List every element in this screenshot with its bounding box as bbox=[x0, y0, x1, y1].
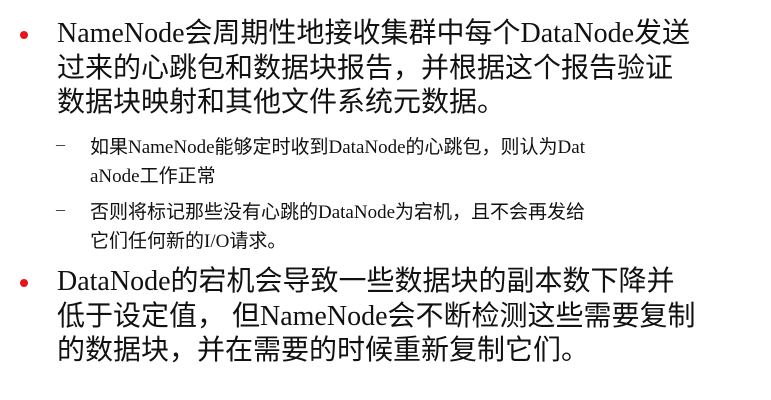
sub-item-text: 如果NameNode能够定时收到DataNode的心跳包，则认为Dat aNod… bbox=[90, 133, 585, 191]
text-line: 过来的心跳包和数据块报告，并根据这个报告验证 bbox=[57, 52, 674, 84]
text-line: NameNode会周期性地接收集群中每个DataNode发送 bbox=[57, 18, 691, 49]
bullet-text: NameNode会周期性地接收集群中每个DataNode发送 过来的心跳包和数据… bbox=[57, 17, 690, 121]
text-line: 的数据块，并在需要的时候重新复制它们。 bbox=[57, 335, 590, 366]
text-line: 如果NameNode能够定时收到DataNode的心跳包，则认为Dat bbox=[90, 137, 585, 158]
bullet-marker bbox=[20, 31, 28, 39]
sub-item-text: 否则将标记那些没有心跳的DataNode为宕机，且不会再发给 它们任何新的I/O… bbox=[90, 198, 585, 256]
bullet-text: DataNode的宕机会导致一些数据块的副本数下降并 低于设定值， 但NameN… bbox=[57, 265, 696, 369]
dash-marker: – bbox=[56, 199, 65, 219]
bullet-marker bbox=[20, 279, 28, 287]
text-line: 否则将标记那些没有心跳的DataNode为宕机，且不会再发给 bbox=[90, 202, 586, 223]
text-line: aNode工作正常 bbox=[90, 166, 216, 187]
text-line: DataNode的宕机会导致一些数据块的副本数下降并 bbox=[57, 266, 675, 297]
text-line: 低于设定值， 但NameNode会不断检测这些需要复制 bbox=[57, 300, 696, 332]
text-line: 它们任何新的I/O请求。 bbox=[90, 231, 287, 252]
text-line: 数据块映射和其他文件系统元数据。 bbox=[57, 87, 506, 118]
dash-marker: – bbox=[56, 134, 65, 154]
